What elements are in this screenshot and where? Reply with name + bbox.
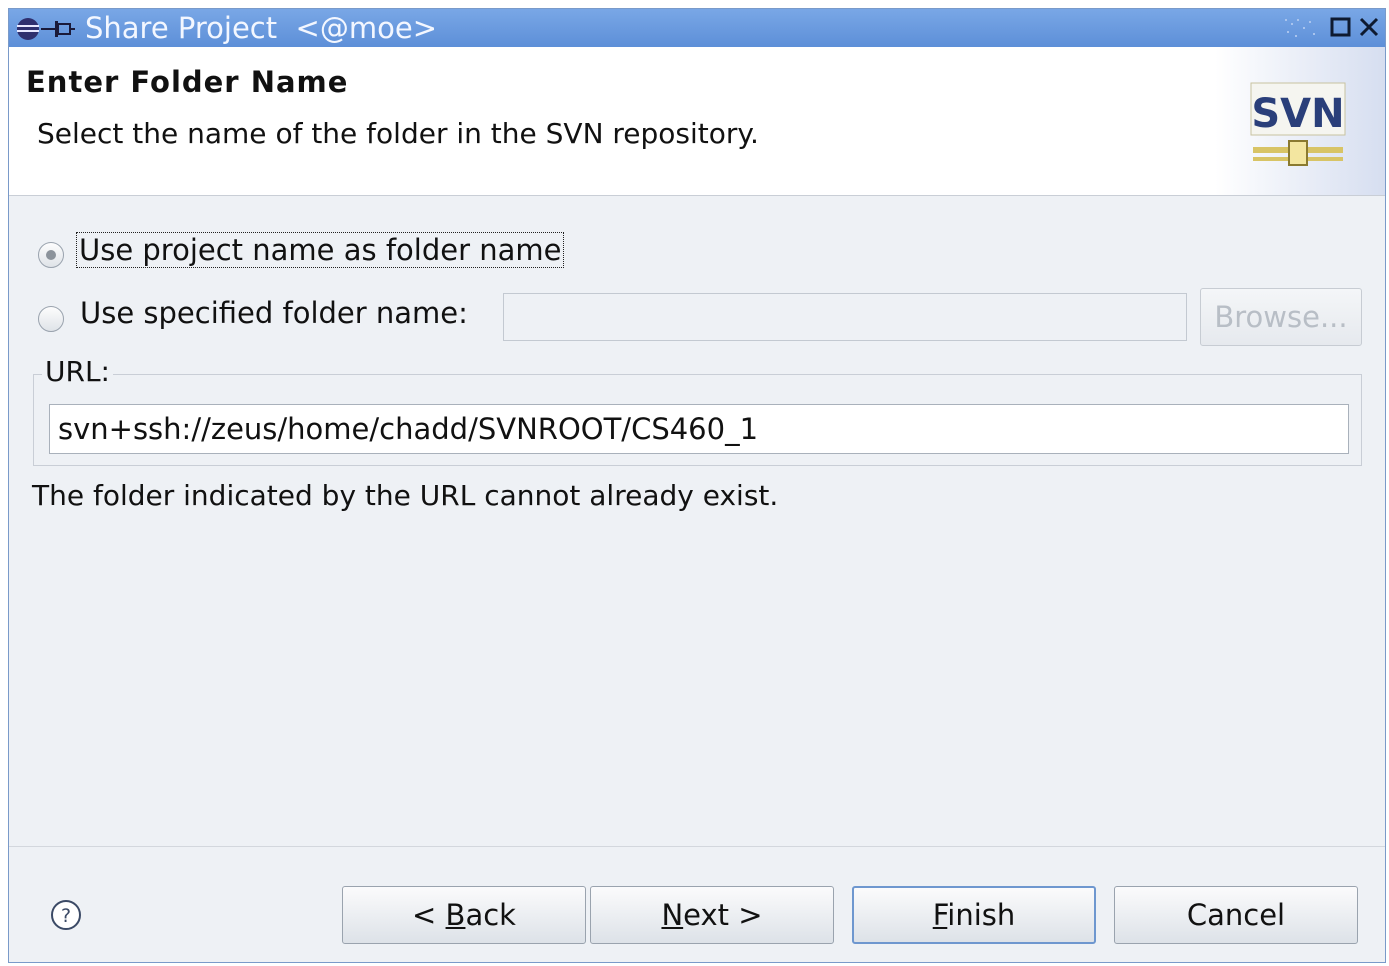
cancel-button[interactable]: Cancel xyxy=(1114,886,1358,944)
wizard-content: Use project name as folder name Use spec… xyxy=(9,196,1385,846)
eclipse-icon xyxy=(17,18,75,40)
title-grip-icon xyxy=(1285,19,1315,37)
next-label-post: ext > xyxy=(683,898,763,932)
url-field[interactable]: svn+ssh://zeus/home/chadd/SVNROOT/CS460_… xyxy=(49,404,1349,454)
wizard-header: Enter Folder Name Select the name of the… xyxy=(9,47,1385,196)
svn-logo: SVN xyxy=(1215,47,1385,195)
url-hint: The folder indicated by the URL cannot a… xyxy=(32,479,779,512)
svg-text:?: ? xyxy=(61,905,71,927)
finish-button[interactable]: Finish xyxy=(852,886,1096,944)
maximize-icon[interactable] xyxy=(1327,13,1355,41)
browse-button[interactable]: Browse... xyxy=(1200,288,1362,346)
url-legend: URL: xyxy=(42,355,113,388)
back-label-post: ack xyxy=(465,898,516,932)
help-icon[interactable]: ? xyxy=(49,898,83,932)
page-title: Enter Folder Name xyxy=(26,65,349,99)
url-group: URL: svn+ssh://zeus/home/chadd/SVNROOT/C… xyxy=(33,355,1362,466)
back-label-pre: < xyxy=(412,898,446,932)
radio-use-project-name[interactable] xyxy=(38,242,64,268)
pin-icon xyxy=(41,21,75,37)
back-button[interactable]: < Back xyxy=(342,886,586,944)
finish-label-post: inish xyxy=(947,898,1016,932)
specified-folder-input[interactable] xyxy=(503,293,1187,341)
window-title: Share Project <@moe> xyxy=(85,11,437,45)
wizard-footer: ? < Back Next > Finish Cancel xyxy=(9,846,1385,965)
page-description: Select the name of the folder in the SVN… xyxy=(37,117,759,150)
title-bar[interactable]: Share Project <@moe> xyxy=(9,9,1385,47)
svn-logo-text: SVN xyxy=(1251,91,1344,137)
radio-dot xyxy=(46,250,56,260)
use-project-name-label[interactable]: Use project name as folder name xyxy=(76,232,565,268)
next-button[interactable]: Next > xyxy=(590,886,834,944)
finish-mnemonic: F xyxy=(932,898,948,932)
next-mnemonic: N xyxy=(661,898,684,932)
use-specified-name-label[interactable]: Use specified folder name: xyxy=(80,296,468,330)
share-project-dialog: Share Project <@moe> Enter Folder Name S… xyxy=(8,8,1386,963)
close-icon[interactable] xyxy=(1355,13,1383,41)
radio-use-specified-name[interactable] xyxy=(38,306,64,332)
back-mnemonic: B xyxy=(445,898,466,932)
